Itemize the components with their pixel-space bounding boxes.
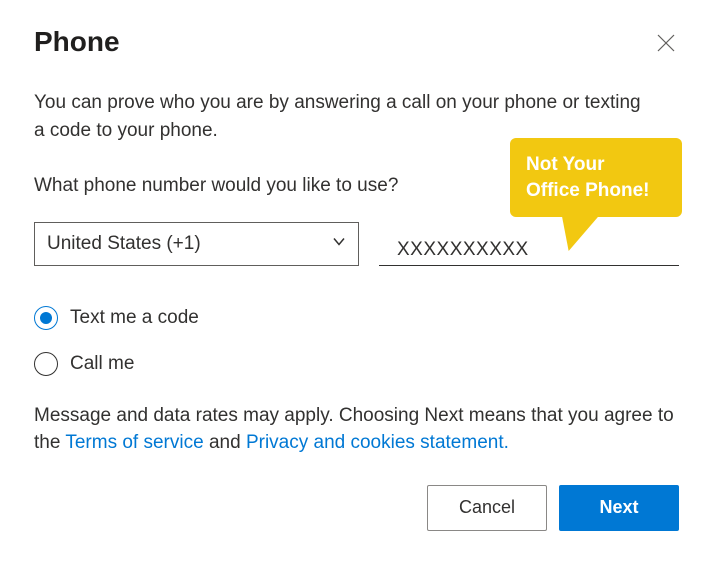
- radio-call-me[interactable]: Call me: [34, 352, 679, 376]
- privacy-statement-link[interactable]: Privacy and cookies statement.: [246, 432, 509, 453]
- intro-text: You can prove who you are by answering a…: [34, 89, 644, 144]
- verification-method-group: Text me a code Call me: [34, 306, 679, 376]
- close-icon[interactable]: [653, 30, 679, 61]
- radio-label: Call me: [70, 353, 134, 375]
- radio-label: Text me a code: [70, 307, 199, 329]
- chevron-down-icon: [332, 234, 346, 253]
- radio-indicator: [34, 352, 58, 376]
- phone-number-input[interactable]: [379, 231, 679, 266]
- terms-of-service-link[interactable]: Terms of service: [65, 432, 203, 453]
- country-selected-label: United States (+1): [47, 233, 201, 255]
- dialog-footer: Cancel Next: [34, 485, 679, 531]
- dialog-header: Phone: [34, 26, 679, 61]
- phone-input-row: United States (+1): [34, 222, 679, 266]
- prompt-text: What phone number would you like to use?: [34, 172, 679, 200]
- phone-dialog: Phone You can prove who you are by answe…: [0, 0, 713, 565]
- country-code-select[interactable]: United States (+1): [34, 222, 359, 266]
- radio-indicator: [34, 306, 58, 330]
- next-button[interactable]: Next: [559, 485, 679, 531]
- radio-text-code[interactable]: Text me a code: [34, 306, 679, 330]
- disclaimer-and: and: [204, 432, 246, 453]
- disclaimer-text: Message and data rates may apply. Choosi…: [34, 402, 679, 457]
- cancel-button[interactable]: Cancel: [427, 485, 547, 531]
- page-title: Phone: [34, 26, 120, 58]
